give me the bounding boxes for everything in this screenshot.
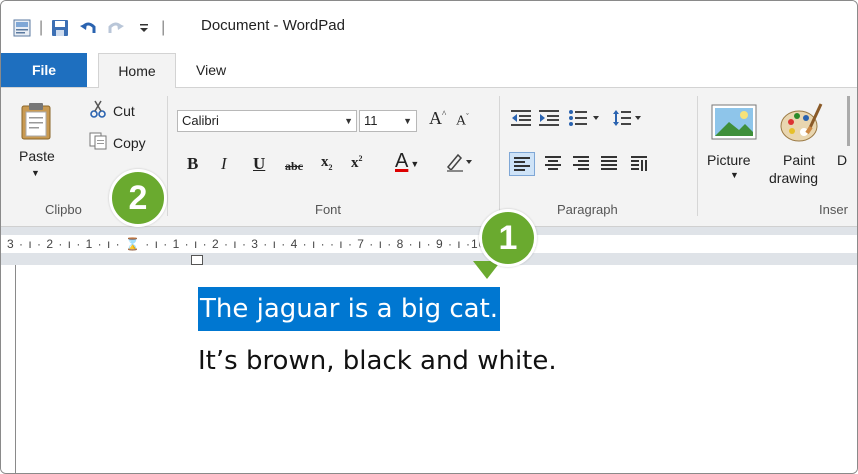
save-icon[interactable] xyxy=(49,17,71,39)
customize-qat-icon[interactable] xyxy=(133,17,155,39)
paragraph-settings-icon[interactable] xyxy=(629,155,649,171)
align-right-icon[interactable] xyxy=(571,155,591,171)
align-center-icon[interactable] xyxy=(543,155,563,171)
grow-font-icon[interactable]: A^ xyxy=(429,108,446,129)
text-line[interactable]: It’s brown, black and white. xyxy=(198,339,557,383)
copy-icon xyxy=(89,132,107,153)
callout-2-badge: 2 xyxy=(109,169,167,227)
chevron-down-icon: ▼ xyxy=(403,116,412,126)
subscript-icon[interactable]: x2 xyxy=(321,154,333,172)
quick-access-toolbar: | | xyxy=(11,17,171,39)
qat-separator: | xyxy=(39,19,44,36)
tab-view[interactable]: View xyxy=(196,53,226,87)
font-size-value: 11 xyxy=(364,113,378,128)
cut-button[interactable]: Cut xyxy=(89,100,135,121)
decrease-indent-icon[interactable] xyxy=(511,110,531,126)
redo-icon[interactable] xyxy=(105,17,127,39)
object-icon-partial xyxy=(847,96,850,146)
qat-separator-2: | xyxy=(161,19,166,36)
justify-icon[interactable] xyxy=(599,155,619,171)
font-family-value: Calibri xyxy=(182,113,219,128)
group-divider xyxy=(499,96,500,216)
align-left-icon[interactable] xyxy=(509,152,535,176)
clipboard-group-label: Clipbo xyxy=(45,202,82,217)
ruler-scale: 3 · ı · 2 · ı · 1 · ı · ⌛ · ı · 1 · ı · … xyxy=(7,237,538,251)
text-color-icon[interactable]: A ▼ xyxy=(395,150,419,173)
wordpad-window: | | Document - WordPad File Home View Pa… xyxy=(0,0,858,474)
picture-button[interactable]: Picture xyxy=(707,152,751,168)
document-area[interactable]: The jaguar is a big cat. It’s brown, bla… xyxy=(1,265,857,473)
paint-palette-icon[interactable] xyxy=(779,100,823,144)
scissors-icon xyxy=(89,100,107,121)
increase-indent-icon[interactable] xyxy=(539,110,559,126)
picture-dropdown-icon[interactable]: ▼ xyxy=(730,170,739,180)
group-divider xyxy=(697,96,698,216)
indent-marker-icon[interactable] xyxy=(191,255,203,265)
page-edge xyxy=(15,265,16,473)
callout-1-badge: 1 xyxy=(479,209,537,267)
paste-icon[interactable] xyxy=(21,102,51,140)
copy-button[interactable]: Copy xyxy=(89,132,146,153)
paste-dropdown-icon[interactable]: ▼ xyxy=(31,168,40,178)
highlight-icon[interactable] xyxy=(445,152,473,177)
wordpad-app-icon[interactable] xyxy=(11,17,33,39)
paste-button[interactable]: Paste xyxy=(19,148,55,164)
underline-icon[interactable]: U xyxy=(253,154,265,174)
shrink-font-icon[interactable]: Aˇ xyxy=(456,112,469,130)
cut-label: Cut xyxy=(113,102,135,119)
group-divider xyxy=(167,96,168,216)
italic-icon[interactable]: I xyxy=(221,154,227,174)
font-size-select[interactable]: 11 ▼ xyxy=(359,110,417,132)
picture-icon[interactable] xyxy=(711,102,757,142)
paragraph-group-label: Paragraph xyxy=(557,202,618,217)
font-family-select[interactable]: Calibri ▼ xyxy=(177,110,357,132)
chevron-down-icon: ▼ xyxy=(344,116,353,126)
insert-group-label: Inser xyxy=(819,202,848,217)
ribbon-tabs: File Home View xyxy=(1,53,857,88)
strikethrough-icon[interactable]: abc xyxy=(285,159,303,174)
line-spacing-icon[interactable] xyxy=(613,110,649,126)
date-time-label-partial[interactable]: D xyxy=(837,152,847,168)
ruler[interactable]: 3 · ı · 2 · ı · 1 · ı · ⌛ · ı · 1 · ı · … xyxy=(1,227,857,265)
tab-file[interactable]: File xyxy=(1,53,87,87)
superscript-icon[interactable]: x2 xyxy=(351,154,363,172)
tab-home[interactable]: Home xyxy=(98,53,176,88)
selected-text-line[interactable]: The jaguar is a big cat. xyxy=(198,287,501,331)
font-group-label: Font xyxy=(315,202,342,217)
bold-icon[interactable]: B xyxy=(187,154,198,174)
window-title: Document - WordPad xyxy=(201,17,345,34)
copy-label: Copy xyxy=(113,134,146,151)
undo-icon[interactable] xyxy=(77,17,99,39)
bullets-icon[interactable] xyxy=(569,110,605,126)
title-bar: | | Document - WordPad xyxy=(1,1,857,53)
paint-label-line1[interactable]: Paint xyxy=(783,152,815,168)
paint-label-line2[interactable]: drawing xyxy=(769,170,818,186)
